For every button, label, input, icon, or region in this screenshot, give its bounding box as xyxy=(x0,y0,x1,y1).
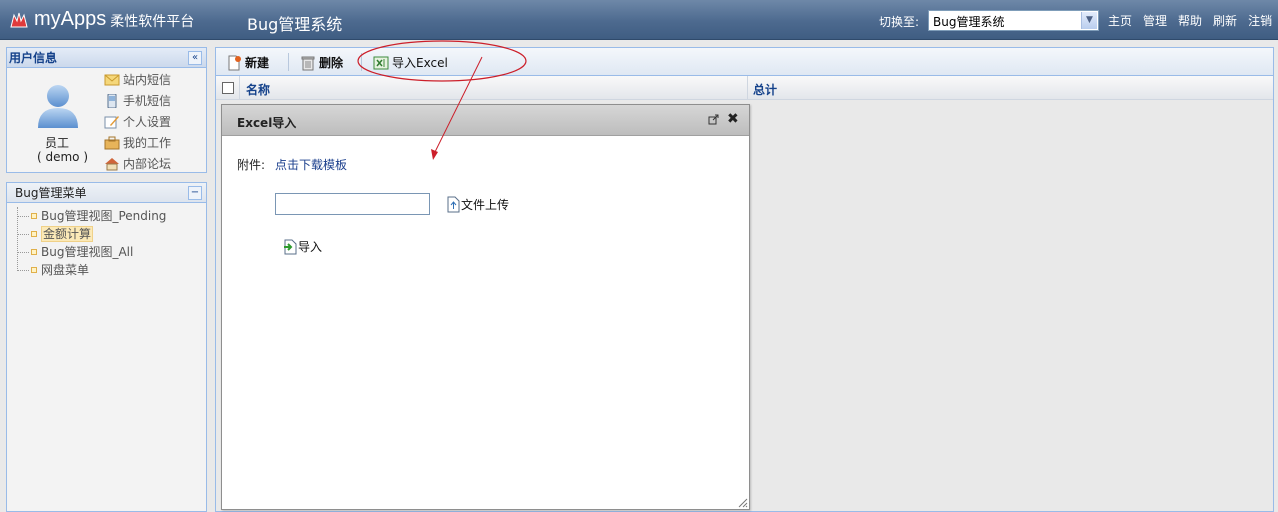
system-title: Bug管理系统 xyxy=(247,15,343,34)
new-document-icon xyxy=(228,55,241,70)
sms-label: 手机短信 xyxy=(123,94,172,108)
column-divider xyxy=(747,76,748,100)
user-name: ( demo ) xyxy=(37,150,89,164)
forum-link[interactable]: 内部论坛 xyxy=(104,153,171,174)
logo-subtitle: 柔性软件平台 xyxy=(110,14,195,30)
user-role: 员工 xyxy=(45,136,70,150)
phone-icon xyxy=(107,93,117,108)
personal-settings-link[interactable]: 个人设置 xyxy=(104,111,171,132)
briefcase-icon xyxy=(104,136,120,149)
admin-link[interactable]: 管理 xyxy=(1143,12,1167,29)
import-excel-button[interactable]: 导入Excel xyxy=(373,54,448,71)
popout-icon[interactable] xyxy=(708,114,719,125)
upload-file-icon xyxy=(447,196,460,213)
logo: myApps 柔性软件平台 xyxy=(8,8,194,31)
my-work-label: 我的工作 xyxy=(123,136,172,150)
forum-label: 内部论坛 xyxy=(123,157,172,171)
logo-icon xyxy=(10,12,28,27)
logout-link[interactable]: 注销 xyxy=(1248,12,1272,29)
logo-text: myApps xyxy=(34,8,107,30)
column-header-total[interactable]: 总计 xyxy=(753,81,777,98)
top-header: myApps 柔性软件平台 Bug管理系统 切换至: Bug管理系统 ▼ 主页 … xyxy=(0,0,1278,40)
avatar xyxy=(38,85,78,128)
node-icon xyxy=(31,231,37,237)
node-icon xyxy=(31,213,37,219)
menu-panel-header: Bug管理菜单 − xyxy=(7,183,206,203)
grid-header: 名称 总计 xyxy=(216,76,1273,100)
toolbar-divider xyxy=(288,53,289,71)
user-links: 站内短信 手机短信 个人设置 我的工作 内部论坛 xyxy=(104,69,171,174)
menu-item-label: 金额计算 xyxy=(41,226,94,242)
chevron-down-icon[interactable]: ▼ xyxy=(1081,12,1097,29)
import-excel-label: 导入Excel xyxy=(392,56,448,70)
menu-item-amount-calc[interactable]: 金额计算 xyxy=(17,225,206,243)
column-divider xyxy=(239,76,240,100)
node-icon xyxy=(31,249,37,255)
menu-item-label: Bug管理视图_Pending xyxy=(41,209,167,223)
toolbar: 新建 删除 导入Excel xyxy=(216,48,1273,76)
system-switch-select[interactable]: Bug管理系统 ▼ xyxy=(928,10,1099,31)
file-path-input[interactable] xyxy=(275,193,430,215)
toolbar-divider xyxy=(361,53,362,71)
my-work-link[interactable]: 我的工作 xyxy=(104,132,171,153)
menu-item-bug-pending[interactable]: Bug管理视图_Pending xyxy=(17,207,206,225)
excel-import-dialog: Excel导入 ✖ 附件: 点击下载模板 文件上传 导入 xyxy=(221,104,750,510)
menu-item-bug-all[interactable]: Bug管理视图_All xyxy=(17,243,206,261)
bug-menu-panel: Bug管理菜单 − Bug管理视图_Pending 金额计算 Bug管理视图_A… xyxy=(6,182,207,512)
internal-message-label: 站内短信 xyxy=(123,73,172,87)
collapse-icon[interactable]: − xyxy=(188,186,202,200)
menu-tree: Bug管理视图_Pending 金额计算 Bug管理视图_All 网盘菜单 xyxy=(7,203,206,279)
download-template-link[interactable]: 点击下载模板 xyxy=(275,156,347,173)
close-icon[interactable]: ✖ xyxy=(727,111,739,127)
file-upload-button[interactable]: 文件上传 xyxy=(446,196,509,213)
user-panel-header: 用户信息 « xyxy=(7,48,206,68)
house-icon xyxy=(105,157,119,170)
help-link[interactable]: 帮助 xyxy=(1178,12,1202,29)
import-button[interactable]: 导入 xyxy=(283,238,322,255)
attachment-label: 附件: xyxy=(237,158,266,172)
delete-button-label: 删除 xyxy=(319,56,344,70)
dialog-header: Excel导入 ✖ xyxy=(222,105,749,136)
switch-label: 切换至: xyxy=(879,15,920,29)
new-button-label: 新建 xyxy=(245,56,270,70)
menu-item-netdisk[interactable]: 网盘菜单 xyxy=(17,261,206,279)
dialog-title: Excel导入 xyxy=(237,116,297,130)
import-label: 导入 xyxy=(298,240,323,254)
column-header-name[interactable]: 名称 xyxy=(246,81,270,98)
menu-item-label: 网盘菜单 xyxy=(41,263,90,277)
excel-icon xyxy=(373,56,389,69)
top-links: 主页 管理 帮助 刷新 注销 xyxy=(1108,12,1272,29)
collapse-icon[interactable]: « xyxy=(188,51,202,65)
node-icon xyxy=(31,267,37,273)
menu-panel-title: Bug管理菜单 xyxy=(15,186,87,200)
edit-icon xyxy=(104,115,119,128)
import-icon xyxy=(284,239,297,255)
resize-grip-icon[interactable] xyxy=(736,496,748,508)
menu-item-label: Bug管理视图_All xyxy=(41,245,134,259)
internal-message-link[interactable]: 站内短信 xyxy=(104,69,171,90)
sms-link[interactable]: 手机短信 xyxy=(104,90,171,111)
app-window: myApps 柔性软件平台 Bug管理系统 切换至: Bug管理系统 ▼ 主页 … xyxy=(0,0,1278,512)
envelope-icon xyxy=(104,74,120,85)
delete-button[interactable]: 删除 xyxy=(300,54,343,71)
new-button[interactable]: 新建 xyxy=(226,54,269,71)
trash-icon xyxy=(301,56,315,70)
file-upload-label: 文件上传 xyxy=(461,198,510,212)
personal-settings-label: 个人设置 xyxy=(123,115,172,129)
refresh-link[interactable]: 刷新 xyxy=(1213,12,1237,29)
user-info-panel: 用户信息 « 员工 ( demo ) 站内短信 手机短信 个人设置 我的工作 内… xyxy=(6,47,207,173)
home-link[interactable]: 主页 xyxy=(1108,12,1132,29)
user-panel-title: 用户信息 xyxy=(9,51,58,65)
switch-select-value: Bug管理系统 xyxy=(933,15,1005,29)
select-all-checkbox[interactable] xyxy=(222,82,234,94)
